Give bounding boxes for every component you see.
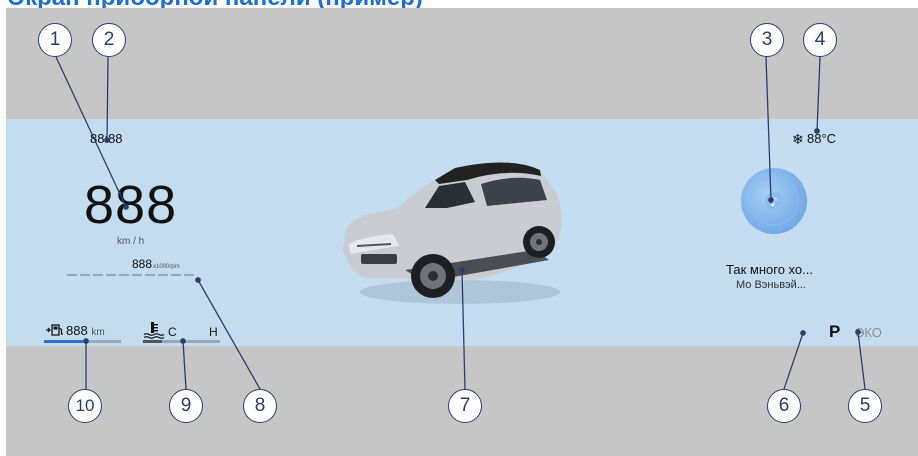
callout-4: 4	[803, 23, 837, 57]
callout-8: 8	[243, 389, 277, 423]
callout-10: 10	[68, 389, 102, 423]
callout-7: 7	[448, 389, 482, 423]
callout-5: 5	[848, 389, 882, 423]
callout-2: 2	[92, 23, 126, 57]
callout-6: 6	[767, 389, 801, 423]
callout-1: 1	[38, 23, 72, 57]
callout-9: 9	[169, 389, 203, 423]
dashboard-diagram: Экран приборной панели (пример) 88:88 88…	[0, 0, 918, 456]
callout-lines	[55, 56, 866, 390]
callout-3: 3	[750, 23, 784, 57]
